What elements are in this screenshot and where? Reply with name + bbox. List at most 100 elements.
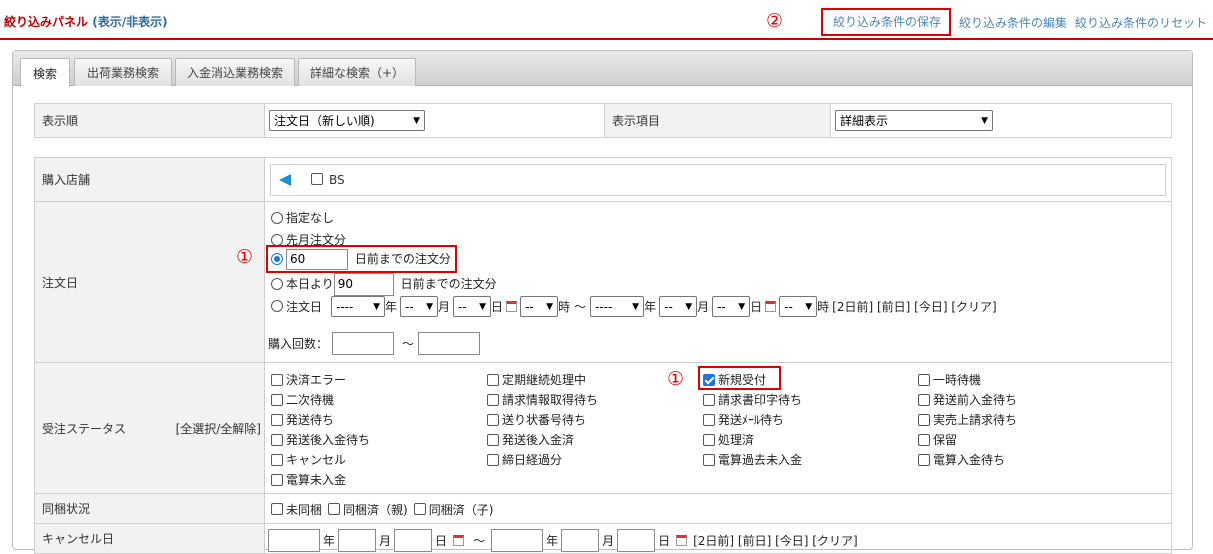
- order-date-from-today-option[interactable]: 本日より 90 日前までの注文分: [271, 273, 497, 296]
- status-option[interactable]: 送り状番号待ち: [487, 411, 586, 428]
- status-option[interactable]: 一時待機: [918, 371, 981, 388]
- status-option[interactable]: 請求情報取得待ち: [487, 391, 598, 408]
- chevron-down-icon: ▼: [805, 301, 813, 312]
- status-option[interactable]: 実売上請求待ち: [918, 411, 1017, 428]
- display-items-select[interactable]: 詳細表示 ▼: [835, 110, 993, 131]
- from-hour-select[interactable]: -- ▼: [520, 296, 559, 317]
- status-option-label: キャンセル: [286, 453, 347, 467]
- status-option[interactable]: 電算未入金: [271, 471, 346, 488]
- status-checkbox[interactable]: [703, 433, 715, 446]
- status-checkbox[interactable]: [703, 393, 715, 406]
- to-year-value: ----: [595, 299, 613, 314]
- to-hour-select[interactable]: -- ▼: [779, 296, 818, 317]
- status-option-label: 発送ﾒｰﾙ待ち: [718, 413, 785, 427]
- display-order-select[interactable]: 注文日（新しい順) ▼: [269, 110, 425, 131]
- purchase-count-row: 購入回数： 〜: [268, 332, 481, 355]
- status-option[interactable]: 請求書印字待ち: [703, 391, 802, 408]
- status-checkbox[interactable]: [918, 373, 930, 386]
- status-checkbox[interactable]: [487, 413, 499, 426]
- status-checkbox[interactable]: [487, 433, 499, 446]
- status-option[interactable]: 発送後入金待ち: [271, 431, 370, 448]
- order-date-none-radio[interactable]: [271, 211, 283, 224]
- tab-payment-search[interactable]: 入金消込業務検索: [175, 58, 295, 86]
- purchase-count-min-input[interactable]: [332, 332, 395, 355]
- status-option[interactable]: 新規受付: [703, 371, 766, 388]
- purchase-count-max-input[interactable]: [418, 332, 481, 355]
- reset-filter-link[interactable]: 絞り込み条件のリセット: [1075, 14, 1207, 31]
- order-date-range-radio[interactable]: [271, 299, 283, 312]
- status-option[interactable]: 定期継続処理中: [487, 371, 586, 388]
- bundle-parent-checkbox[interactable]: [328, 502, 341, 515]
- from-today-input[interactable]: 90: [333, 273, 394, 296]
- status-checkbox[interactable]: [703, 453, 715, 466]
- from-month-select[interactable]: -- ▼: [400, 296, 439, 317]
- tab-shipping-search[interactable]: 出荷業務検索: [74, 58, 172, 86]
- order-date-none-option[interactable]: 指定なし: [271, 209, 334, 226]
- status-select-all-link[interactable]: [全選択/全解除]: [176, 420, 261, 437]
- to-year-select[interactable]: ---- ▼: [590, 296, 645, 317]
- from-year-select[interactable]: ---- ▼: [331, 296, 386, 317]
- unit-hour: 時: [558, 300, 571, 314]
- status-checkbox[interactable]: [918, 393, 930, 406]
- bundle-child-checkbox[interactable]: [413, 502, 426, 515]
- order-date-days-before-radio[interactable]: [271, 252, 283, 265]
- from-day-select[interactable]: -- ▼: [453, 296, 492, 317]
- cancel-to-year-input[interactable]: [491, 529, 544, 552]
- calendar-icon[interactable]: [506, 301, 518, 312]
- status-option-label: 一時待機: [933, 373, 982, 387]
- bundle-none-checkbox[interactable]: [271, 502, 283, 515]
- status-option[interactable]: 二次待機: [271, 391, 334, 408]
- status-option-label: 発送後入金待ち: [286, 433, 371, 447]
- status-option[interactable]: 発送ﾒｰﾙ待ち: [703, 411, 784, 428]
- tab-advanced-search[interactable]: 詳細な検索（+）: [298, 58, 416, 86]
- to-day-select[interactable]: -- ▼: [712, 296, 751, 317]
- calendar-icon[interactable]: [765, 301, 777, 312]
- order-date-last-month-radio[interactable]: [271, 233, 283, 246]
- filter-panel-header: 絞り込みパネル (表示/非表示) ② 絞り込み条件の保存 絞り込み条件の編集 絞…: [0, 0, 1213, 40]
- toggle-panel-link[interactable]: (表示/非表示): [92, 15, 167, 29]
- display-items-label: 表示項目: [604, 103, 831, 138]
- status-option[interactable]: 発送前入金待ち: [918, 391, 1017, 408]
- status-option[interactable]: 発送後入金済: [487, 431, 574, 448]
- to-month-select[interactable]: -- ▼: [659, 296, 698, 317]
- edit-filter-link[interactable]: 絞り込み条件の編集: [959, 14, 1067, 31]
- status-checkbox[interactable]: [271, 393, 283, 406]
- status-checkbox[interactable]: [703, 413, 715, 426]
- status-option[interactable]: 締日経過分: [487, 451, 562, 468]
- days-before-input[interactable]: 60: [286, 249, 348, 270]
- order-date-from-today-radio[interactable]: [271, 277, 283, 290]
- chevron-down-icon: ▼: [632, 301, 640, 312]
- cancel-from-month-input[interactable]: [338, 529, 377, 552]
- status-checkbox[interactable]: [271, 473, 283, 486]
- status-option[interactable]: 発送待ち: [271, 411, 334, 428]
- status-option[interactable]: 処理済: [703, 431, 754, 448]
- cancel-to-month-input[interactable]: [561, 529, 600, 552]
- status-option[interactable]: 決済エラー: [271, 371, 346, 388]
- status-checkbox[interactable]: [271, 373, 283, 386]
- status-checkbox[interactable]: [918, 413, 930, 426]
- tab-search[interactable]: 検索: [20, 58, 70, 87]
- cancel-quick-links[interactable]: [2日前] [前日] [今日] [クリア]: [693, 532, 858, 549]
- status-checkbox[interactable]: [487, 453, 499, 466]
- store-bs-checkbox[interactable]: [311, 172, 323, 185]
- order-date-days-before-option[interactable]: 60 日前までの注文分: [271, 249, 451, 270]
- status-checkbox[interactable]: [271, 413, 283, 426]
- status-option[interactable]: 電算入金待ち: [918, 451, 1005, 468]
- status-option[interactable]: キャンセル: [271, 451, 346, 468]
- cancel-unit-day: 日: [435, 534, 448, 548]
- save-filter-link[interactable]: 絞り込み条件の保存: [820, 8, 951, 36]
- status-checkbox[interactable]: [271, 453, 283, 466]
- status-checkbox[interactable]: [918, 453, 930, 466]
- status-checkbox[interactable]: [487, 393, 499, 406]
- status-checkbox[interactable]: [271, 433, 283, 446]
- cancel-to-day-input[interactable]: [617, 529, 656, 552]
- status-option[interactable]: 電算過去未入金: [703, 451, 802, 468]
- days-before-suffix: 日前までの注文分: [354, 252, 451, 266]
- cancel-from-year-input[interactable]: [268, 529, 320, 552]
- status-checkbox[interactable]: [918, 433, 930, 446]
- status-checkbox[interactable]: [487, 373, 499, 386]
- cancel-from-day-input[interactable]: [394, 529, 433, 552]
- date-quick-links[interactable]: [2日前] [前日] [今日] [クリア]: [832, 298, 997, 315]
- status-checkbox[interactable]: [703, 373, 715, 386]
- status-option[interactable]: 保留: [918, 431, 957, 448]
